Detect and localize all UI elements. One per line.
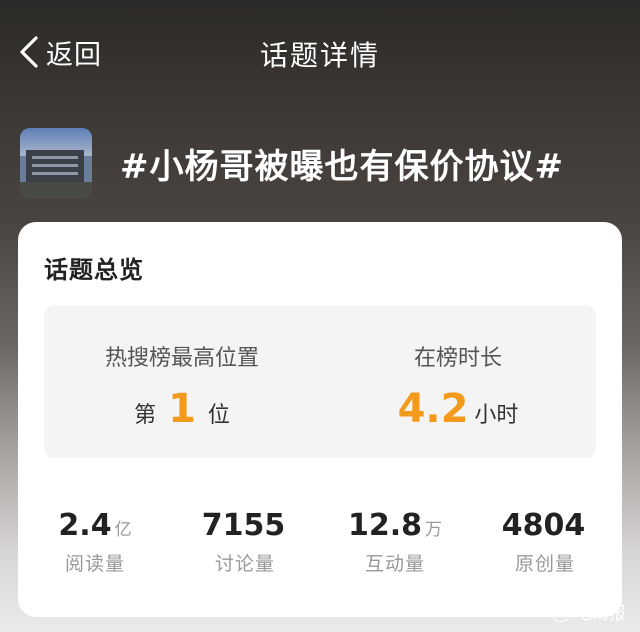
thumbnail-ground xyxy=(20,182,92,198)
duration-unit: 小时 xyxy=(474,403,519,428)
metric-unit: 万 xyxy=(425,520,443,540)
metric-value: 12.8 xyxy=(347,508,423,543)
highest-rank-suffix: 位 xyxy=(207,403,230,428)
metric-unit: 亿 xyxy=(114,520,132,540)
overview-title: 话题总览 xyxy=(44,256,144,284)
highest-rank-value: 1 xyxy=(168,386,196,432)
duration-value: 4.2 xyxy=(397,386,469,432)
metric-original-count: 4804 原创量 xyxy=(470,508,620,576)
metrics-row: 2.4 亿 阅读量 7155 讨论量 12.8 万 互动量 4804 原创量 xyxy=(18,508,622,588)
metric-value: 7155 xyxy=(201,508,286,543)
metric-label: 阅读量 xyxy=(64,553,125,575)
highlight-stats-box: 热搜榜最高位置 第 1 位 在榜时长 4.2 小时 xyxy=(44,306,596,458)
topic-overview-card: 话题总览 热搜榜最高位置 第 1 位 在榜时长 4.2 小时 2.4 亿 阅读量 xyxy=(18,222,622,617)
page-title: 话题详情 xyxy=(259,39,380,72)
metric-label: 互动量 xyxy=(364,553,425,575)
metric-label: 讨论量 xyxy=(214,553,275,575)
duration-value-line: 4.2 小时 xyxy=(320,386,596,432)
duration-label: 在榜时长 xyxy=(413,346,502,371)
metric-value: 4804 xyxy=(501,508,586,543)
duration-stat: 在榜时长 4.2 小时 xyxy=(320,306,596,458)
highest-rank-label: 热搜榜最高位置 xyxy=(104,346,259,371)
metric-interaction-count: 12.8 万 互动量 xyxy=(320,508,470,576)
highest-rank-prefix: 第 xyxy=(134,403,157,428)
top-nav-bar: 返回 话题详情 xyxy=(0,0,640,110)
highest-rank-stat: 热搜榜最高位置 第 1 位 xyxy=(44,306,320,458)
watermark-logo-icon xyxy=(551,601,571,622)
highest-rank-value-line: 第 1 位 xyxy=(44,386,320,432)
metric-value: 2.4 xyxy=(58,508,112,543)
thumbnail-building xyxy=(26,150,84,184)
watermark: 电商报 xyxy=(551,599,626,624)
metric-discussion-count: 7155 讨论量 xyxy=(170,508,320,576)
topic-title: #小杨哥被曝也有保价协议# xyxy=(120,146,564,187)
metric-read-count: 2.4 亿 阅读量 xyxy=(20,508,170,576)
watermark-text: 电商报 xyxy=(575,604,626,624)
metric-label: 原创量 xyxy=(514,553,575,575)
topic-thumbnail xyxy=(20,128,92,198)
topic-header: #小杨哥被曝也有保价协议# xyxy=(20,128,564,198)
